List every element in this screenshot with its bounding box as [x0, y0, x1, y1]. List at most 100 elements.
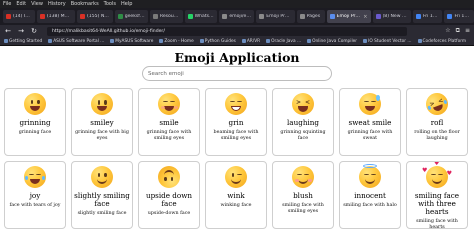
emoji-card[interactable]: smiley grinning face with big eyes — [71, 88, 133, 156]
bookmark-star-icon[interactable]: ☆ — [445, 27, 450, 35]
tab-label: Pages — [306, 14, 321, 19]
emoji-name: upside down face — [145, 191, 193, 208]
bookmark-item[interactable]: Getting Started — [4, 39, 42, 44]
sweat-smile-face-icon — [359, 93, 381, 115]
tab-label: geeksfor... — [124, 14, 145, 19]
bookmark-item[interactable]: ASUS Software Portal ... — [48, 39, 104, 44]
tab-favicon-icon — [117, 14, 123, 19]
close-tab-icon[interactable]: × — [363, 14, 367, 20]
emoji-card[interactable]: joy face with tears of joy — [4, 161, 66, 229]
bookmark-item[interactable]: Online Java Compiler — [307, 39, 357, 44]
emoji-description: smiling face with smiling eyes — [282, 203, 324, 214]
page-content: Emoji Application grinning grinning face… — [0, 46, 474, 252]
smiley-face-icon — [91, 93, 113, 115]
emoji-description: beaming face with smiling eyes — [213, 130, 259, 141]
tab-label: (14) Inb... — [13, 14, 32, 19]
emoji-card[interactable]: ♥ ♥ ♥ smiling face with three hearts smili… — [406, 161, 468, 229]
tab-favicon-icon — [80, 14, 85, 19]
slightly-smiling-face-icon — [91, 166, 113, 188]
bookmark-icon — [110, 39, 115, 43]
emoji-description: smiling face with hearts — [416, 219, 458, 229]
emoji-card[interactable]: > < rofl rolling on the floor laughing — [406, 88, 468, 156]
menu-view[interactable]: View — [31, 0, 43, 8]
bookmark-item[interactable]: MyASUS Software — [110, 39, 153, 44]
bookmark-label: Python Guides — [204, 38, 236, 44]
bookmark-label: Online Java Compiler — [312, 38, 358, 44]
emoji-card[interactable]: innocent smiling face with halo — [339, 161, 401, 229]
bookmark-icon — [199, 39, 204, 43]
emoji-description: grinning face — [18, 130, 52, 135]
emoji-description: smiling face with halo — [343, 203, 397, 208]
emoji-card[interactable]: slightly smiling face slightly smiling f… — [71, 161, 133, 229]
emoji-card[interactable]: blush smiling face with smiling eyes — [272, 161, 334, 229]
emoji-name: smiling face with three hearts — [414, 191, 460, 216]
emoji-card[interactable]: upside down face upside-down face — [138, 161, 200, 229]
bookmark-item[interactable]: AR/VR — [241, 38, 261, 44]
menu-file[interactable]: File — [3, 0, 11, 8]
tab-label: Fri 14 Jul — [422, 14, 440, 19]
emoji-description: upside-down face — [147, 211, 191, 216]
menu-edit[interactable]: Edit — [16, 0, 26, 8]
bookmarks-bar: Getting Started ASUS Software Portal ...… — [0, 37, 474, 46]
bookmark-item[interactable]: Oracle Java ... — [266, 39, 301, 44]
browser-tab[interactable]: Fri 14 Jul — [412, 10, 443, 23]
browser-tab[interactable]: (138) Meta... — [36, 10, 75, 23]
tab-favicon-icon — [222, 14, 228, 19]
emoji-name: smile — [159, 118, 179, 127]
back-icon[interactable]: ← — [4, 25, 12, 37]
emoji-name: blush — [293, 191, 313, 200]
tab-favicon-icon — [187, 14, 193, 19]
tab-label: WhatsApp — [194, 14, 215, 19]
bookmark-label: ASUS Software Portal ... — [53, 38, 105, 44]
address-bar[interactable]: https://malikbasit64-WeAll.github.io/emo… — [47, 26, 407, 36]
browser-tab[interactable]: emoji/em... — [219, 10, 255, 23]
rofl-face-icon: > < — [422, 89, 452, 119]
bookmark-item[interactable]: Python Guides — [199, 38, 236, 44]
menu-tools[interactable]: Tools — [104, 0, 116, 8]
reload-icon[interactable]: ↻ — [30, 25, 38, 37]
bookmark-item[interactable]: IO Student Vector ... — [363, 39, 412, 44]
bookmark-item[interactable]: Zoom - Home — [159, 39, 194, 44]
smile-face-icon — [158, 93, 180, 115]
bookmark-item[interactable]: Codeforces Platform — [417, 39, 466, 44]
forward-icon[interactable]: → — [17, 25, 25, 37]
tab-label: Fri 14 Jul — [454, 14, 471, 19]
emoji-name: sweat smile — [348, 118, 392, 127]
search-input[interactable] — [142, 66, 332, 81]
bookmark-icon — [159, 39, 164, 43]
emoji-card[interactable]: wink winking face — [205, 161, 267, 229]
grin-face-icon — [225, 93, 247, 115]
browser-tab[interactable]: Resources — [149, 10, 183, 23]
emoji-description: face with tears of joy — [9, 203, 61, 208]
emoji-card[interactable]: grin beaming face with smiling eyes — [205, 88, 267, 156]
tab-favicon-icon — [299, 14, 305, 19]
browser-tab[interactable]: Emoji Project — [256, 10, 295, 23]
menu-bar: File Edit View History Bookmarks Tools H… — [0, 0, 474, 8]
menu-hamburger-icon[interactable]: ≡ — [465, 27, 470, 35]
browser-tab[interactable]: WhatsApp — [184, 10, 218, 23]
bookmark-label: MyASUS Software — [115, 38, 154, 44]
tab-label: (138) Meta... — [46, 14, 72, 19]
browser-tab[interactable]: (14) Inb... — [3, 10, 35, 23]
browser-tab[interactable]: Pages — [296, 10, 325, 23]
menu-bookmarks[interactable]: Bookmarks — [71, 0, 99, 8]
menu-help[interactable]: Help — [121, 0, 132, 8]
emoji-card[interactable]: > < laughing grinning squinting face — [272, 88, 334, 156]
browser-tab[interactable]: Fri 14 Jul — [444, 10, 474, 23]
browser-tab-active[interactable]: Emoji Project× — [326, 10, 371, 23]
browser-tab[interactable]: geeksfor... — [114, 10, 148, 23]
bookmark-label: AR/VR — [246, 38, 261, 44]
browser-tab[interactable]: (8) New Ch... — [372, 10, 411, 23]
emoji-name: laughing — [287, 118, 319, 127]
emoji-card[interactable]: sweat smile grinning face with sweat — [339, 88, 401, 156]
emoji-card[interactable]: grinning grinning face — [4, 88, 66, 156]
emoji-card[interactable]: smile grinning face with smiling eyes — [138, 88, 200, 156]
bookmark-icon — [241, 39, 246, 43]
emoji-name: joy — [29, 191, 41, 200]
menu-history[interactable]: History — [48, 0, 66, 8]
navigation-bar: ← → ↻ https://malikbasit64-WeAll.github.… — [0, 25, 474, 37]
innocent-face-icon — [359, 164, 381, 188]
browser-tab[interactable]: (155) Nav... — [77, 10, 113, 23]
emoji-description: rolling on the floor laughing — [414, 130, 460, 141]
extensions-icon[interactable]: ⧉ — [456, 27, 460, 35]
